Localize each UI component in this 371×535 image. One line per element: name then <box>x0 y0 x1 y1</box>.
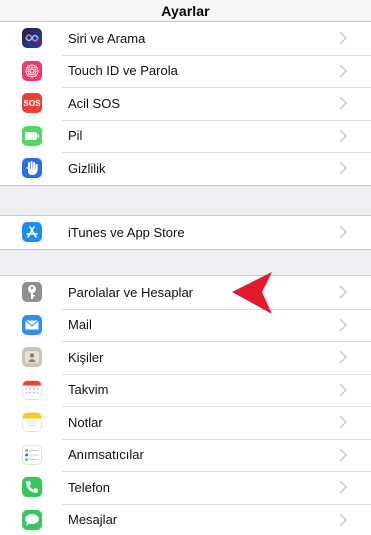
key-icon <box>22 282 42 303</box>
settings-row-label: Touch ID ve Parola <box>68 63 178 79</box>
settings-row-passwords[interactable]: Parolalar ve Hesaplar <box>0 276 371 309</box>
mail-icon <box>22 314 42 335</box>
reminders-icon <box>22 444 42 465</box>
settings-row-battery[interactable]: Pil <box>0 119 371 153</box>
battery-icon <box>22 125 42 146</box>
settings-row-siri[interactable]: Siri ve Arama <box>0 22 371 55</box>
chevron-right-icon <box>338 62 348 80</box>
chevron-right-icon <box>338 316 348 334</box>
settings-group-1: Siri ve Arama Touch ID ve Parola SOS Aci… <box>0 22 371 186</box>
settings-row-label: Anımsatıcılar <box>68 447 144 463</box>
messages-icon <box>22 509 42 530</box>
settings-row-notes[interactable]: Notlar <box>0 406 371 439</box>
nav-bar: Ayarlar <box>0 0 371 22</box>
settings-row-label: Gizlilik <box>68 160 106 176</box>
siri-icon <box>22 28 42 49</box>
settings-row-label: Mail <box>68 317 92 333</box>
settings-row-itunes[interactable]: iTunes ve App Store <box>0 216 371 249</box>
settings-row-calendar[interactable]: Takvim <box>0 373 371 407</box>
chevron-right-icon <box>338 348 348 366</box>
notes-icon <box>22 412 42 433</box>
settings-row-label: Kişiler <box>68 349 104 365</box>
chevron-right-icon <box>338 159 348 177</box>
sos-icon-text: SOS <box>23 98 41 108</box>
settings-row-sos[interactable]: SOS Acil SOS <box>0 87 371 120</box>
settings-row-reminders[interactable]: Anımsatıcılar <box>0 438 371 472</box>
chevron-right-icon <box>338 381 348 399</box>
chevron-right-icon <box>338 283 348 301</box>
settings-group-2: iTunes ve App Store <box>0 215 371 250</box>
settings-row-privacy[interactable]: Gizlilik <box>0 152 371 185</box>
settings-row-label: Acil SOS <box>68 95 121 111</box>
settings-group-3: Parolalar ve Hesaplar Mail Kişiler Takvi… <box>0 275 371 535</box>
chevron-right-icon <box>338 413 348 431</box>
app-store-icon <box>22 222 42 243</box>
chevron-right-icon <box>338 223 348 241</box>
settings-row-label: Siri ve Arama <box>68 30 146 46</box>
page-title: Ayarlar <box>161 2 210 19</box>
chevron-right-icon <box>338 446 348 464</box>
settings-row-touch-id[interactable]: Touch ID ve Parola <box>0 54 371 88</box>
chevron-right-icon <box>338 511 348 529</box>
settings-row-label: Notlar <box>68 414 103 430</box>
settings-row-label: Pil <box>68 128 83 144</box>
settings-row-label: Takvim <box>68 382 109 398</box>
calendar-icon <box>22 379 42 400</box>
settings-row-label: Telefon <box>68 479 110 495</box>
settings-row-phone[interactable]: Telefon <box>0 471 371 504</box>
settings-row-label: iTunes ve App Store <box>68 224 185 240</box>
contacts-icon <box>22 347 42 368</box>
chevron-right-icon <box>338 478 348 496</box>
settings-row-messages[interactable]: Mesajlar <box>0 503 371 535</box>
phone-icon <box>22 477 42 498</box>
settings-row-contacts[interactable]: Kişiler <box>0 341 371 374</box>
settings-row-mail[interactable]: Mail <box>0 308 371 342</box>
sos-icon: SOS <box>22 93 42 114</box>
hand-icon <box>22 158 42 179</box>
settings-row-label: Parolalar ve Hesaplar <box>68 284 194 300</box>
chevron-right-icon <box>338 29 348 47</box>
red-pointer-arrow-icon <box>232 272 272 314</box>
fingerprint-icon <box>22 60 42 81</box>
settings-row-label: Mesajlar <box>68 512 118 528</box>
chevron-right-icon <box>338 94 348 112</box>
chevron-right-icon <box>338 127 348 145</box>
